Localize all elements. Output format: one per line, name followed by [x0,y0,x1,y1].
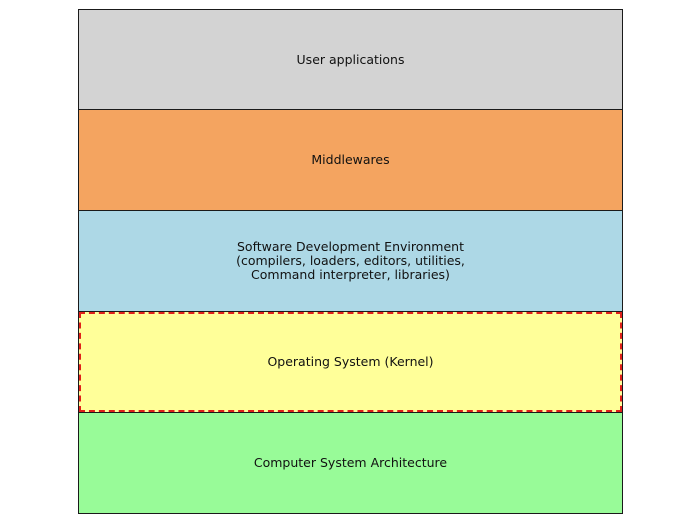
layer-label: Operating System (Kernel) [267,354,434,369]
layer-label: Software Development Environment (compil… [236,239,465,282]
layer-stack-diagram: User applications Middlewares Software D… [78,9,623,514]
layer-middlewares: Middlewares [78,110,623,211]
layer-operating-system-kernel: Operating System (Kernel) [78,312,623,413]
layer-computer-system-architecture: Computer System Architecture [78,413,623,514]
layer-label: User applications [296,51,405,67]
layer-software-development-environment: Software Development Environment (compil… [78,211,623,312]
layer-label: Computer System Architecture [253,455,448,470]
layer-label: Middlewares [311,152,390,167]
layer-user-applications: User applications [78,9,623,110]
